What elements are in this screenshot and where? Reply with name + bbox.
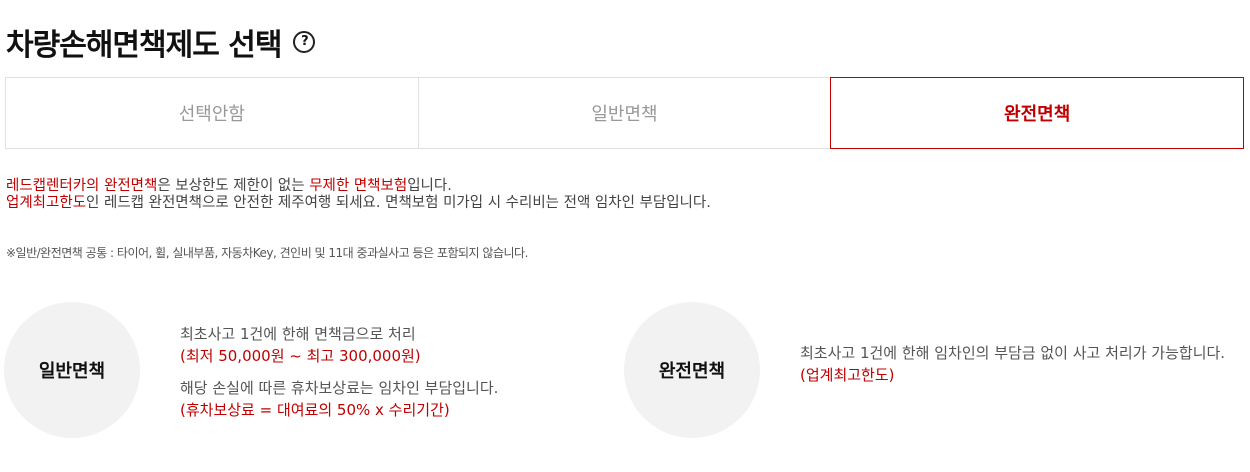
full-coverage-badge: 완전면책 [624, 302, 760, 438]
page-title-text: 차량손해면책제도 선택 [6, 28, 282, 63]
description-red-1: 레드캡렌터카의 완전면책 [6, 178, 158, 194]
coverage-options: 선택안함 일반면책 완전면책 [5, 77, 1245, 149]
general-line-1-red: (최저 50,000원 ~ 최고 300,000원) [180, 347, 421, 365]
description-text-2: 입니다. [407, 178, 452, 194]
option-general[interactable]: 일반면책 [417, 77, 831, 149]
description-line-1: 레드캡렌터카의 완전면책은 보상한도 제한이 없는 무제한 면책보험입니다. [6, 178, 711, 195]
description-text-3: 인 레드캡 완전면책으로 안전한 제주여행 되세요. 면책보험 미가입 시 수리… [86, 195, 711, 211]
option-full[interactable]: 완전면책 [830, 77, 1245, 149]
description-line-2: 업계최고한도인 레드캡 완전면책으로 안전한 제주여행 되세요. 면책보험 미가… [6, 195, 711, 212]
description-red-2: 무제한 면책보험 [309, 178, 408, 194]
description-text-1: 은 보상한도 제한이 없는 [157, 178, 310, 194]
option-none[interactable]: 선택안함 [5, 77, 418, 149]
general-coverage-info: 최초사고 1건에 한해 면책금으로 처리 (최저 50,000원 ~ 최고 30… [180, 323, 498, 421]
full-line-1-red: (업계최고한도) [800, 366, 895, 384]
description-red-3: 업계최고한도 [6, 195, 87, 211]
general-line-2: 해당 손실에 따른 휴차보상료는 임차인 부담입니다. [180, 379, 499, 397]
general-coverage-badge: 일반면책 [4, 302, 140, 438]
full-coverage-info: 최초사고 1건에 한해 임차인의 부담금 없이 사고 처리가 가능합니다. (업… [800, 342, 1240, 386]
full-line-1: 최초사고 1건에 한해 임차인의 부담금 없이 사고 처리가 가능합니다. [800, 344, 1226, 362]
question-circle-icon[interactable]: ? [293, 31, 316, 53]
exclusion-note: ※일반/완전면책 공통 : 타이어, 휠, 실내부품, 자동차Key, 견인비 … [6, 246, 528, 260]
general-line-1: 최초사고 1건에 한해 면책금으로 처리 [180, 325, 416, 343]
coverage-description: 레드캡렌터카의 완전면책은 보상한도 제한이 없는 무제한 면책보험입니다. 업… [6, 178, 711, 212]
page-title: 차량손해면책제도 선택 ? [6, 20, 316, 64]
general-line-2-red: (휴차보상료 = 대여료의 50% x 수리기간) [180, 401, 450, 419]
